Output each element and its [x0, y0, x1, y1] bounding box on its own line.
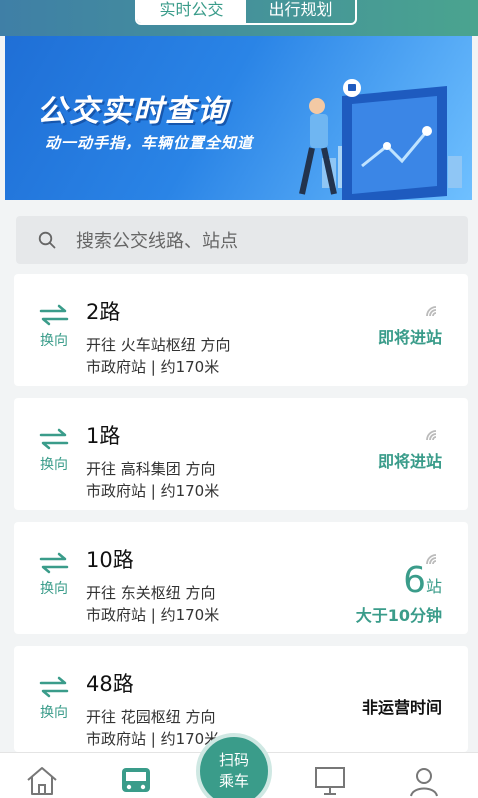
swap-direction-button[interactable]: 换向	[34, 552, 74, 598]
tab-trip-planning[interactable]: 出行规划	[246, 0, 355, 23]
profile-icon[interactable]	[406, 765, 442, 797]
bus-icon[interactable]	[118, 765, 154, 797]
search-placeholder: 搜索公交线路、站点	[76, 231, 238, 252]
route-stop: 市政府站 | 约170米	[86, 358, 220, 376]
swap-direction-button[interactable]: 换向	[34, 676, 74, 722]
route-card-10[interactable]: 换向 10路 开往 东关枢纽 方向 市政府站 | 约170米 6 站 大于10分…	[14, 522, 468, 634]
route-stop: 市政府站 | 约170米	[86, 606, 220, 624]
route-direction: 开往 高科集团 方向	[86, 460, 216, 478]
swap-label: 换向	[40, 457, 68, 473]
promo-banner[interactable]: 公交实时查询 动一动手指，车辆位置全知道	[5, 36, 472, 200]
route-direction: 开往 火车站枢纽 方向	[86, 336, 231, 354]
banner-subtitle: 动一动手指，车辆位置全知道	[45, 134, 254, 152]
route-name: 1路	[86, 424, 121, 448]
tab-realtime-bus[interactable]: 实时公交	[137, 0, 246, 23]
arrival-status: 非运营时间	[361, 698, 442, 717]
route-name: 48路	[86, 672, 134, 696]
map-person-illustration	[299, 79, 447, 200]
scan-label-line2: 乘车	[218, 772, 249, 790]
route-stop: 市政府站 | 约170米	[86, 482, 220, 500]
route-name: 2路	[86, 300, 121, 324]
banner-title: 公交实时查询	[37, 94, 229, 129]
route-direction: 开往 东关枢纽 方向	[86, 584, 216, 602]
swap-label: 换向	[40, 581, 68, 597]
arrival-status: 即将进站	[377, 328, 442, 347]
route-card-2[interactable]: 换向 2路 开往 火车站枢纽 方向 市政府站 | 约170米 即将进站	[14, 274, 468, 386]
swap-icon	[39, 676, 69, 698]
signal-icon	[426, 430, 437, 441]
swap-label: 换向	[40, 705, 68, 721]
search-icon	[38, 231, 56, 249]
route-card-1[interactable]: 换向 1路 开往 高科集团 方向 市政府站 | 约170米 即将进站	[14, 398, 468, 510]
search-input[interactable]: 搜索公交线路、站点	[16, 216, 468, 264]
swap-direction-button[interactable]: 换向	[34, 304, 74, 350]
swap-icon	[39, 304, 69, 326]
arrival-status: 大于10分钟	[355, 606, 442, 625]
swap-label: 换向	[40, 333, 68, 349]
swap-icon	[39, 552, 69, 574]
scan-label-line1: 扫码	[218, 751, 249, 769]
route-name: 10路	[86, 548, 134, 572]
route-direction: 开往 花园枢纽 方向	[86, 708, 216, 726]
stations-count: 6	[403, 560, 426, 601]
swap-icon	[39, 428, 69, 450]
route-stop: 市政府站 | 约170米	[86, 730, 220, 748]
home-icon[interactable]	[24, 765, 60, 797]
swap-direction-button[interactable]: 换向	[34, 428, 74, 474]
monitor-icon[interactable]	[312, 765, 348, 797]
stations-unit: 站	[425, 577, 442, 596]
stations-away: 6 站	[403, 560, 442, 601]
arrival-status: 即将进站	[377, 452, 442, 471]
signal-icon	[426, 306, 437, 317]
tab-bar: 实时公交 出行规划	[135, 0, 357, 25]
